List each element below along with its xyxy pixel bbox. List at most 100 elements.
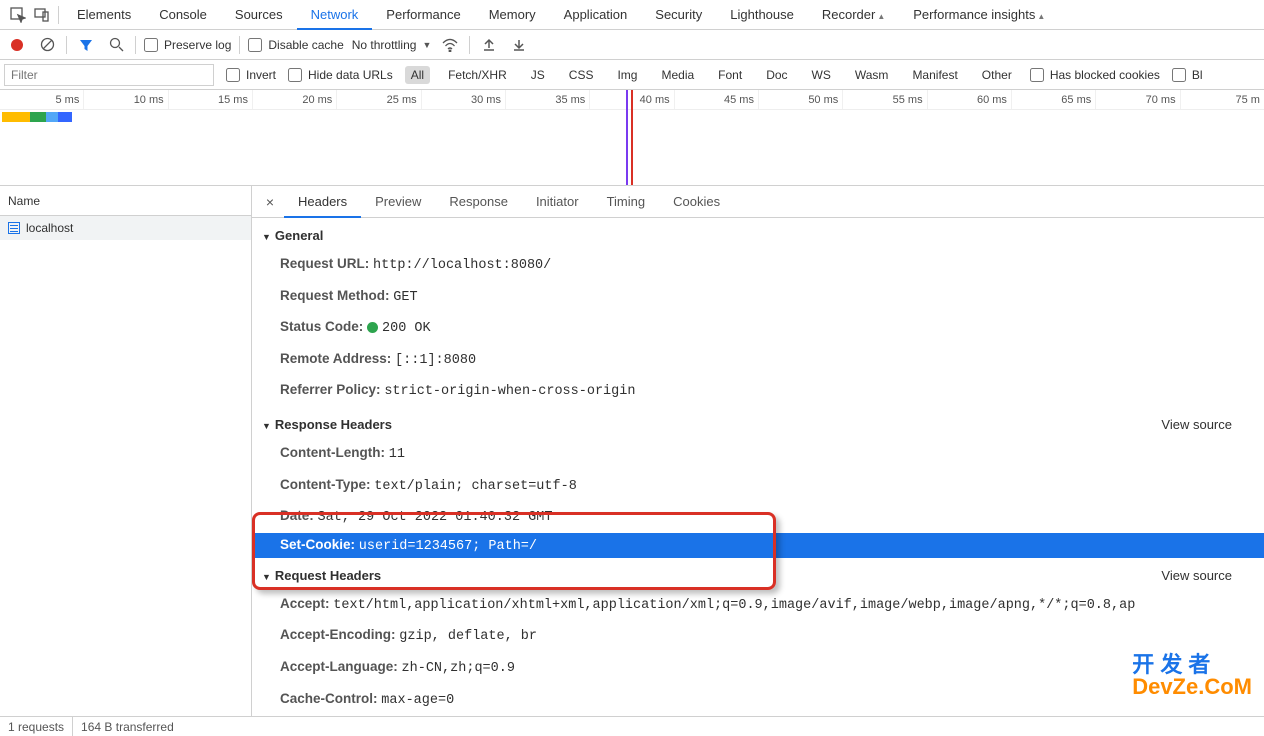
resp-date: Date: Sat, 29 Oct 2022 01:40:32 GMT [252,501,1264,533]
section-request-headers-label: Request Headers [275,568,381,583]
type-filter-fetch-xhr[interactable]: Fetch/XHR [442,66,513,84]
blocked-label: Bl [1192,68,1203,82]
blocked-checkbox[interactable]: Bl [1172,68,1203,82]
main-split: Name localhost × Headers Preview Respons… [0,186,1264,716]
type-filter-wasm[interactable]: Wasm [849,66,895,84]
tab-performance[interactable]: Performance [372,0,474,30]
detail-tabs: × Headers Preview Response Initiator Tim… [252,186,1264,218]
request-view-source-link[interactable]: View source [1161,568,1232,583]
network-toolbar: Preserve log Disable cache No throttling… [0,30,1264,60]
clear-button[interactable] [36,34,58,56]
record-button[interactable] [6,34,28,56]
inspect-icon[interactable] [6,3,30,27]
tab-elements[interactable]: Elements [63,0,145,30]
tab-network[interactable]: Network [297,0,373,30]
type-filter-css[interactable]: CSS [563,66,600,84]
detail-tab-headers[interactable]: Headers [284,186,361,218]
type-filter-ws[interactable]: WS [806,66,837,84]
preserve-log-label: Preserve log [164,38,231,52]
invert-label: Invert [246,68,276,82]
filter-input[interactable] [4,64,214,86]
close-details-button[interactable]: × [256,194,284,210]
req-connection: Connection: keen-alive [252,715,1264,716]
search-icon[interactable] [105,34,127,56]
tab-application[interactable]: Application [550,0,642,30]
request-list: Name localhost [0,186,252,716]
section-response-headers[interactable]: ▼Response Headers View source [252,407,1264,438]
tab-lighthouse[interactable]: Lighthouse [716,0,808,30]
document-icon [8,222,20,234]
status-dot-icon [367,322,378,333]
type-filter-font[interactable]: Font [712,66,748,84]
tab-performance-insights[interactable]: Performance insights [899,0,1059,30]
status-bar: 1 requests 164 B transferred [0,716,1264,736]
type-filter-media[interactable]: Media [655,66,700,84]
timeline-tick: 70 ms [1095,90,1179,109]
timeline-tick: 55 ms [842,90,926,109]
blocked-cookies-label: Has blocked cookies [1050,68,1160,82]
timeline-tick: 50 ms [758,90,842,109]
timeline-request-bar [2,112,72,122]
type-filter-other[interactable]: Other [976,66,1018,84]
timeline-tick: 15 ms [168,90,252,109]
req-accept: Accept: text/html,application/xhtml+xml,… [252,589,1264,621]
type-filter-doc[interactable]: Doc [760,66,793,84]
general-remote-address: Remote Address: [::1]:8080 [252,344,1264,376]
timeline-tick: 20 ms [252,90,336,109]
response-view-source-link[interactable]: View source [1161,417,1232,432]
section-request-headers[interactable]: ▼Request Headers View source [252,558,1264,589]
invert-checkbox[interactable]: Invert [226,68,276,82]
type-filter-img[interactable]: Img [611,66,643,84]
timeline-tick: 35 ms [505,90,589,109]
req-accept-encoding: Accept-Encoding: gzip, deflate, br [252,620,1264,652]
network-conditions-icon[interactable] [439,34,461,56]
type-filter-all[interactable]: All [405,66,430,84]
tab-security[interactable]: Security [641,0,716,30]
timeline-tick: 25 ms [336,90,420,109]
resp-content-length: Content-Length: 11 [252,438,1264,470]
timeline-tick: 65 ms [1011,90,1095,109]
timeline-tick: 30 ms [421,90,505,109]
request-row-localhost[interactable]: localhost [0,216,251,240]
type-filter-js[interactable]: JS [525,66,551,84]
domcontentloaded-marker [626,90,628,185]
general-status-code: Status Code: 200 OK [252,312,1264,344]
hide-data-urls-checkbox[interactable]: Hide data URLs [288,68,393,82]
upload-har-icon[interactable] [478,34,500,56]
detail-tab-cookies[interactable]: Cookies [659,186,734,218]
request-details-pane: × Headers Preview Response Initiator Tim… [252,186,1264,716]
tab-console[interactable]: Console [145,0,221,30]
timeline-tick: 10 ms [83,90,167,109]
status-transferred: 164 B transferred [73,717,182,736]
resp-set-cookie[interactable]: Set-Cookie: userid=1234567; Path=/ [252,533,1264,558]
throttling-label: No throttling [352,38,417,52]
devtools-tab-strip: Elements Console Sources Network Perform… [0,0,1264,30]
caret-down-icon: ▼ [422,40,431,50]
section-general[interactable]: ▼General [252,218,1264,249]
detail-tab-timing[interactable]: Timing [593,186,660,218]
detail-tab-initiator[interactable]: Initiator [522,186,593,218]
general-request-method: Request Method: GET [252,281,1264,313]
device-toggle-icon[interactable] [30,3,54,27]
tab-sources[interactable]: Sources [221,0,297,30]
throttling-dropdown[interactable]: No throttling ▼ [352,38,432,52]
type-filter-manifest[interactable]: Manifest [906,66,963,84]
filter-toggle-icon[interactable] [75,34,97,56]
timeline-overview[interactable]: 5 ms 10 ms 15 ms 20 ms 25 ms 30 ms 35 ms… [0,90,1264,186]
tab-recorder[interactable]: Recorder [808,0,899,30]
download-har-icon[interactable] [508,34,530,56]
preserve-log-checkbox[interactable]: Preserve log [144,38,231,52]
section-response-headers-label: Response Headers [275,417,392,432]
timeline-tick: 60 ms [927,90,1011,109]
request-list-header[interactable]: Name [0,186,251,216]
filter-bar: Invert Hide data URLs All Fetch/XHR JS C… [0,60,1264,90]
disable-cache-checkbox[interactable]: Disable cache [248,38,343,52]
request-name: localhost [26,216,73,240]
resp-content-type: Content-Type: text/plain; charset=utf-8 [252,470,1264,502]
status-requests: 1 requests [0,717,73,736]
tab-memory[interactable]: Memory [475,0,550,30]
detail-tab-preview[interactable]: Preview [361,186,435,218]
detail-tab-response[interactable]: Response [435,186,522,218]
req-cache-control: Cache-Control: max-age=0 [252,684,1264,716]
blocked-cookies-checkbox[interactable]: Has blocked cookies [1030,68,1160,82]
